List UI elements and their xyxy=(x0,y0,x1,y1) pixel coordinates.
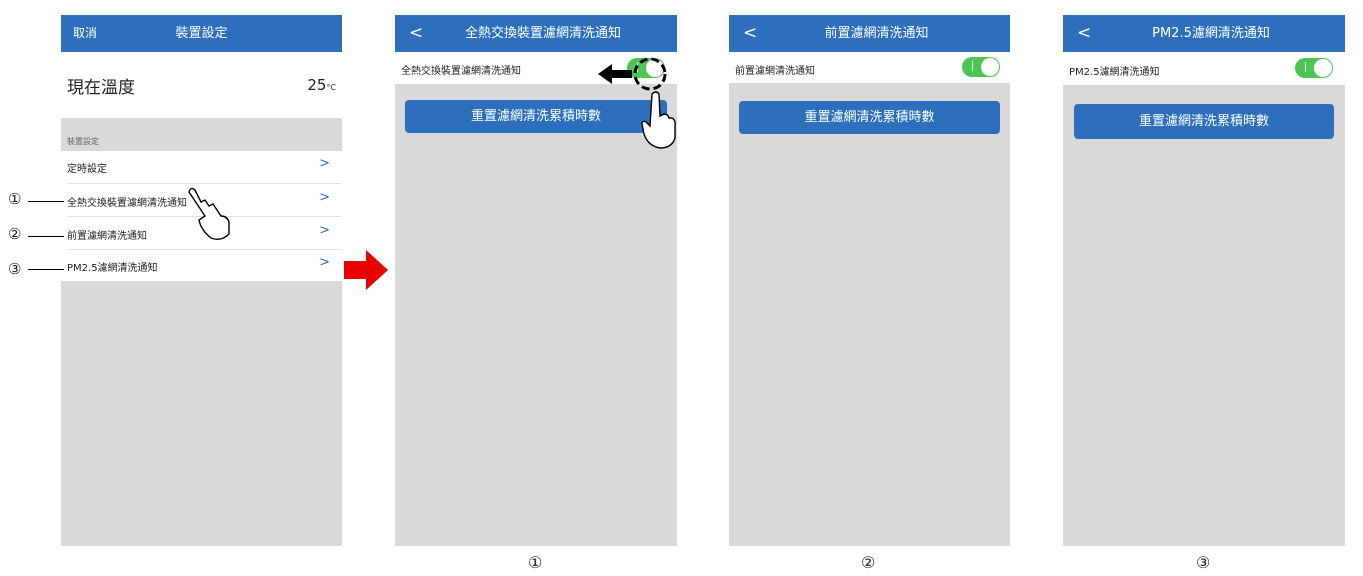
nav-bar: < PM2.5濾網清洗通知 xyxy=(1063,15,1345,52)
page-title: 裝置設定 xyxy=(175,26,228,41)
callout-1: ① xyxy=(8,190,22,208)
list-item-pm25-filter[interactable]: PM2.5濾網清洗通知 > xyxy=(61,250,342,281)
notification-toggle[interactable] xyxy=(1295,58,1333,78)
list-item-timer[interactable]: 定時設定 > xyxy=(61,151,342,183)
tap-hand-icon xyxy=(188,187,230,241)
current-temperature-row: 現在溫度 25°C xyxy=(61,52,342,118)
notification-toggle[interactable] xyxy=(962,57,1000,77)
toggle-label: 前置濾網清洗通知 xyxy=(735,66,815,77)
reset-filter-hours-button[interactable]: 重置濾網清洗累積時數 xyxy=(1074,104,1334,139)
nav-bar: < 全熱交換裝置濾網清洗通知 xyxy=(395,15,677,52)
chevron-right-icon: > xyxy=(319,156,330,171)
callout-2: ② xyxy=(8,225,22,243)
list-item-label: 全熱交換裝置濾網清洗通知 xyxy=(67,198,187,209)
list-item-label: 定時設定 xyxy=(67,164,107,175)
chevron-right-icon: > xyxy=(319,223,330,238)
chevron-right-icon: > xyxy=(319,255,330,270)
toggle-on-mark xyxy=(972,61,973,71)
temperature-label: 現在溫度 xyxy=(67,78,135,98)
device-settings-screen: 取消 裝置設定 現在溫度 25°C 裝置設定 定時設定 > 全熱交換裝置濾網清洗… xyxy=(61,15,342,546)
callout-line-3 xyxy=(28,269,64,270)
reset-filter-hours-button[interactable]: 重置濾網清洗累積時數 xyxy=(739,101,1000,134)
page-title: 前置濾網清洗通知 xyxy=(824,26,929,41)
red-arrow-icon xyxy=(344,250,388,290)
chevron-right-icon: > xyxy=(319,190,330,205)
caption-3: ③ xyxy=(1196,553,1211,572)
notification-toggle-row: 前置濾網清洗通知 xyxy=(729,52,1010,83)
nav-bar: 取消 裝置設定 xyxy=(61,15,342,52)
page-title: PM2.5濾網清洗通知 xyxy=(1152,26,1270,41)
nav-bar: < 前置濾網清洗通知 xyxy=(729,15,1010,52)
callout-line-2 xyxy=(28,236,64,237)
notification-toggle-row: PM2.5濾網清洗通知 xyxy=(1063,52,1345,85)
toggle-on-mark xyxy=(1305,62,1306,72)
list-item-label: 前置濾網清洗通知 xyxy=(67,231,147,242)
toggle-label: PM2.5濾網清洗通知 xyxy=(1069,67,1160,78)
callout-line-1 xyxy=(28,201,64,202)
toggle-label: 全熱交換裝置濾網清洗通知 xyxy=(401,66,521,77)
page-title: 全熱交換裝置濾網清洗通知 xyxy=(464,26,621,41)
callout-3: ③ xyxy=(8,260,22,278)
pm25-filter-screen: < PM2.5濾網清洗通知 PM2.5濾網清洗通知 重置濾網清洗累積時數 xyxy=(1063,15,1345,546)
toggle-knob xyxy=(1314,59,1332,77)
temperature-number: 25 xyxy=(307,76,327,94)
caption-2: ② xyxy=(861,553,876,572)
toggle-knob xyxy=(981,58,999,76)
reset-filter-hours-button[interactable]: 重置濾網清洗累積時數 xyxy=(405,100,667,133)
temperature-value: 25°C xyxy=(307,76,336,94)
list-item-label: PM2.5濾網清洗通知 xyxy=(67,263,158,274)
pre-filter-screen: < 前置濾網清洗通知 前置濾網清洗通知 重置濾網清洗累積時數 xyxy=(729,15,1010,546)
section-header: 裝置設定 xyxy=(67,137,99,146)
temperature-unit: °C xyxy=(326,83,336,92)
tap-hand-icon xyxy=(641,91,676,149)
caption-1: ① xyxy=(528,553,543,572)
